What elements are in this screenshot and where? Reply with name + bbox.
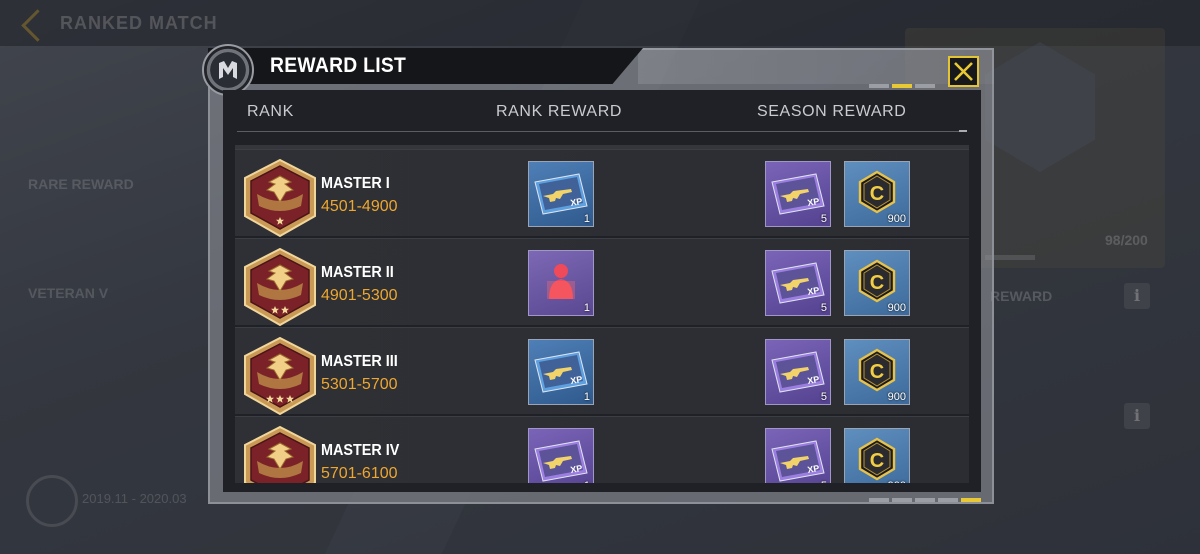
season-reward-item[interactable]: C900 bbox=[844, 339, 910, 405]
close-icon bbox=[954, 62, 973, 81]
svg-text:C: C bbox=[870, 450, 884, 472]
item-count: 1 bbox=[583, 213, 590, 225]
svg-text:C: C bbox=[870, 183, 884, 205]
svg-text:XP: XP bbox=[807, 374, 821, 386]
rank-score-range: 5701-6100 bbox=[321, 465, 398, 482]
season-reward-item[interactable]: C900 bbox=[844, 161, 910, 227]
reward-rows[interactable]: MASTER I 4501-4900 XP 1 XP 5 C 900 MASTER II… bbox=[235, 145, 969, 483]
item-count: 900 bbox=[888, 480, 906, 483]
svg-text:XP: XP bbox=[807, 463, 821, 475]
pager-segment bbox=[892, 498, 912, 502]
svg-text:XP: XP bbox=[807, 285, 821, 297]
svg-text:C: C bbox=[870, 272, 884, 294]
pager-segment bbox=[869, 84, 889, 88]
rank-badge-icon bbox=[244, 425, 316, 483]
rank-score-range: 4901-5300 bbox=[321, 287, 398, 304]
item-count: 5 bbox=[820, 391, 827, 403]
header-divider bbox=[237, 130, 967, 132]
cod-points-icon: C bbox=[858, 437, 896, 481]
pager-segment bbox=[869, 498, 889, 502]
item-count: 1 bbox=[584, 480, 590, 483]
reward-table: RANK RANK REWARD SEASON REWARD MASTER I 4… bbox=[223, 90, 981, 492]
rank-score-range: 5301-5700 bbox=[321, 376, 398, 393]
rank-name: MASTER II bbox=[321, 264, 394, 281]
reward-list-modal: REWARD LIST RANK RANK REWARD SEASON REWA… bbox=[202, 44, 994, 504]
item-count: 1 bbox=[583, 302, 590, 314]
column-header-rank: RANK bbox=[247, 103, 294, 120]
modal-title: REWARD LIST bbox=[270, 54, 407, 77]
rank-name: MASTER IV bbox=[321, 442, 400, 459]
svg-text:XP: XP bbox=[570, 374, 584, 386]
rank-badge-icon bbox=[244, 247, 316, 327]
item-count: 900 bbox=[887, 302, 906, 314]
close-button[interactable] bbox=[948, 56, 979, 87]
top-pager bbox=[869, 84, 935, 88]
rank-score-range: 4501-4900 bbox=[321, 198, 398, 215]
table-row: MASTER IV 5701-6100 XP 1 XP 5 C 900 bbox=[235, 416, 969, 483]
season-reward-item[interactable]: C 900 bbox=[844, 428, 910, 483]
season-reward-item[interactable]: XP 5 bbox=[765, 339, 831, 405]
svg-text:XP: XP bbox=[807, 196, 821, 208]
table-row: MASTER III 5301-5700 XP 1 XP 5 C 900 bbox=[235, 327, 969, 416]
item-count: 900 bbox=[887, 391, 906, 403]
bottom-pager bbox=[869, 498, 981, 502]
table-row: MASTER I 4501-4900 XP 1 XP 5 C 900 bbox=[235, 149, 969, 238]
rank-name: MASTER III bbox=[321, 353, 398, 370]
item-count: 5 bbox=[821, 480, 827, 483]
xp-card-weapon-icon: XP bbox=[771, 440, 825, 482]
rank-reward-item[interactable]: XP 1 bbox=[528, 428, 594, 483]
table-row: MASTER II 4901-5300 1 XP 5 C 900 bbox=[235, 238, 969, 327]
item-count: 900 bbox=[887, 213, 906, 225]
pager-segment bbox=[892, 84, 912, 88]
item-count: 5 bbox=[820, 213, 827, 225]
pager-segment bbox=[961, 498, 981, 502]
item-count: 1 bbox=[583, 391, 590, 403]
season-reward-item[interactable]: XP 5 bbox=[765, 428, 831, 483]
header-accent bbox=[638, 48, 994, 84]
rank-reward-item[interactable]: XP 1 bbox=[528, 161, 594, 227]
svg-text:XP: XP bbox=[570, 463, 584, 475]
svg-text:C: C bbox=[870, 361, 884, 383]
rank-name: MASTER I bbox=[321, 175, 390, 192]
rank-reward-item[interactable]: XP 1 bbox=[528, 339, 594, 405]
pager-segment bbox=[915, 84, 935, 88]
column-header-rank-reward: RANK REWARD bbox=[496, 103, 623, 120]
season-reward-item[interactable]: XP 5 bbox=[765, 250, 831, 316]
xp-card-weapon-icon: XP bbox=[534, 440, 588, 482]
season-reward-item[interactable]: XP 5 bbox=[765, 161, 831, 227]
pager-segment bbox=[938, 498, 958, 502]
pager-segment bbox=[915, 498, 935, 502]
season-reward-item[interactable]: C900 bbox=[844, 250, 910, 316]
column-header-season-reward: SEASON REWARD bbox=[757, 103, 907, 120]
rank-reward-item[interactable]: 1 bbox=[528, 250, 594, 316]
rank-badge-icon bbox=[244, 158, 316, 238]
rank-badge-icon bbox=[244, 336, 316, 416]
item-count: 5 bbox=[820, 302, 827, 314]
svg-text:XP: XP bbox=[570, 196, 584, 208]
game-logo-icon bbox=[202, 44, 254, 96]
